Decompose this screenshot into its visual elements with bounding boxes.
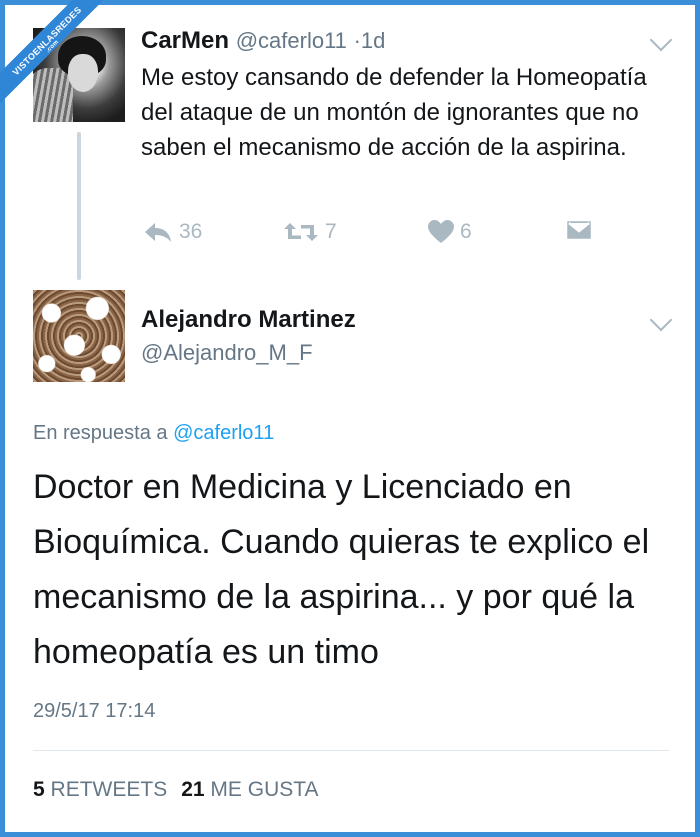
retweet-button[interactable]: 7 bbox=[283, 220, 337, 244]
tweet1-actions: 36 7 6 bbox=[0, 220, 700, 250]
reply-context: En respuesta a @caferlo11 bbox=[33, 422, 274, 445]
watermark-domain: .com bbox=[45, 39, 61, 55]
reply-count: 36 bbox=[179, 220, 203, 243]
retweets-count: 5 bbox=[33, 778, 45, 801]
tweet2-author-name[interactable]: Alejandro Martinez bbox=[141, 306, 356, 334]
watermark-corner: VISTOENLASREDES .com bbox=[0, 0, 110, 110]
reply-icon bbox=[145, 223, 171, 242]
reply-button[interactable]: 36 bbox=[143, 220, 202, 244]
tweet1-author-name[interactable]: CarMen bbox=[141, 27, 229, 54]
tweet2-author-handle[interactable]: @Alejandro_M_F bbox=[141, 340, 313, 366]
message-icon bbox=[566, 220, 592, 240]
reply-prefix: En respuesta a bbox=[33, 422, 168, 444]
watermark-text: VISTOENLASREDES bbox=[10, 4, 84, 78]
retweets-stat[interactable]: 5 RETWEETS bbox=[33, 778, 167, 801]
likes-stat[interactable]: 21 ME GUSTA bbox=[181, 778, 318, 801]
retweets-label: RETWEETS bbox=[50, 778, 168, 801]
tweet1-separator: · bbox=[353, 28, 361, 53]
tweet1-author-handle[interactable]: @caferlo11 bbox=[236, 28, 347, 53]
heart-icon bbox=[428, 220, 454, 243]
tweet1-text: Me estoy cansando de defender la Homeopa… bbox=[141, 64, 647, 161]
like-button[interactable]: 6 bbox=[428, 220, 472, 244]
tweet2-text: Doctor en Medicina y Licenciado en Bioqu… bbox=[33, 468, 650, 671]
tweet1-time[interactable]: 1d bbox=[361, 28, 385, 53]
reply-mention-link[interactable]: @caferlo11 bbox=[173, 422, 274, 444]
like-count: 6 bbox=[460, 220, 472, 243]
watermark-band: VISTOENLASREDES .com bbox=[0, 0, 110, 109]
direct-message-button[interactable] bbox=[566, 220, 592, 240]
tweet2-timestamp[interactable]: 29/5/17 17:14 bbox=[33, 700, 155, 723]
retweet-icon bbox=[284, 223, 318, 241]
retweet-count: 7 bbox=[325, 220, 337, 243]
likes-label: ME GUSTA bbox=[210, 778, 319, 801]
tweet2-stats: 5 RETWEETS 21 ME GUSTA bbox=[33, 778, 319, 802]
avatar-alejandro[interactable] bbox=[33, 290, 125, 382]
likes-count: 21 bbox=[181, 778, 205, 801]
thread-connector-line bbox=[77, 132, 81, 280]
stats-divider bbox=[33, 750, 669, 751]
tweet1-header: CarMen @caferlo11 ·1d bbox=[141, 26, 385, 56]
